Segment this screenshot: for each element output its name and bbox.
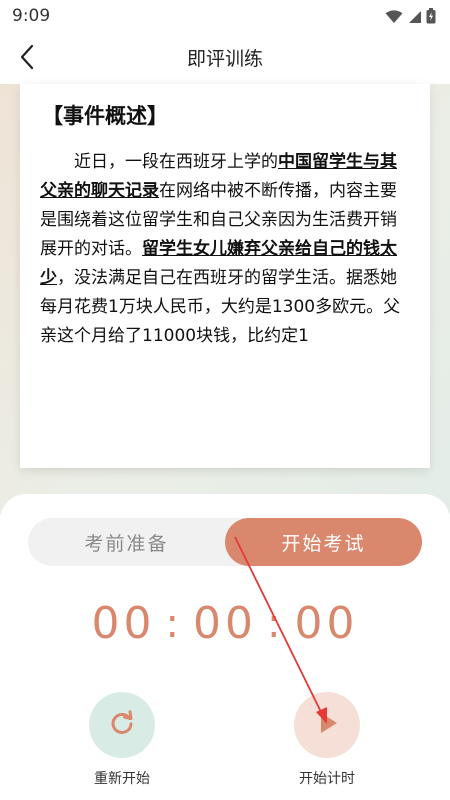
article-body: 近日，一段在西班牙上学的中国留学生与其父亲的聊天记录在网络中被不断传播，内容主要… xyxy=(40,148,410,351)
timer-display: 00 : 00 : 00 xyxy=(0,598,450,649)
start-timer-label: 开始计时 xyxy=(299,771,355,787)
timer-separator: : xyxy=(165,600,183,647)
timer-minutes: 00 xyxy=(193,598,257,649)
restart-label: 重新开始 xyxy=(94,771,150,787)
timer-hours: 00 xyxy=(91,598,156,649)
start-timer-control: 开始计时 xyxy=(267,692,387,788)
restart-control: 重新开始 xyxy=(62,692,182,788)
wifi-icon xyxy=(385,9,403,28)
mode-toggle: 考前准备 开始考试 xyxy=(28,518,422,566)
article-text: 近日，一段在西班牙上学的 xyxy=(74,152,278,172)
exam-control-panel: 考前准备 开始考试 00 : 00 : 00 重新开始 开始计时 xyxy=(0,494,450,800)
restart-button[interactable] xyxy=(89,692,155,758)
battery-icon xyxy=(426,8,436,28)
play-icon xyxy=(313,709,341,741)
article-heading: 【事件概述】 xyxy=(42,104,168,128)
status-icons xyxy=(385,8,436,28)
page-title: 即评训练 xyxy=(186,48,263,70)
nav-bar: 即评训练 xyxy=(0,32,450,84)
article-card: 【事件概述】 近日，一段在西班牙上学的中国留学生与其父亲的聊天记录在网络中被不断… xyxy=(20,84,430,468)
tab-start-exam[interactable]: 开始考试 xyxy=(225,518,422,566)
status-time: 9:09 xyxy=(12,6,51,26)
tab-prepare[interactable]: 考前准备 xyxy=(28,518,225,566)
article-text: ，没法满足自己在西班牙的留学生活。据悉她每月花费1万块人民币，大约是1300多欧… xyxy=(40,268,401,346)
refresh-icon xyxy=(107,708,137,742)
status-bar: 9:09 xyxy=(0,0,450,32)
timer-seconds: 00 xyxy=(294,598,359,649)
cellular-signal-icon xyxy=(407,9,422,28)
start-timer-button[interactable] xyxy=(294,692,360,758)
timer-separator: : xyxy=(267,600,285,647)
